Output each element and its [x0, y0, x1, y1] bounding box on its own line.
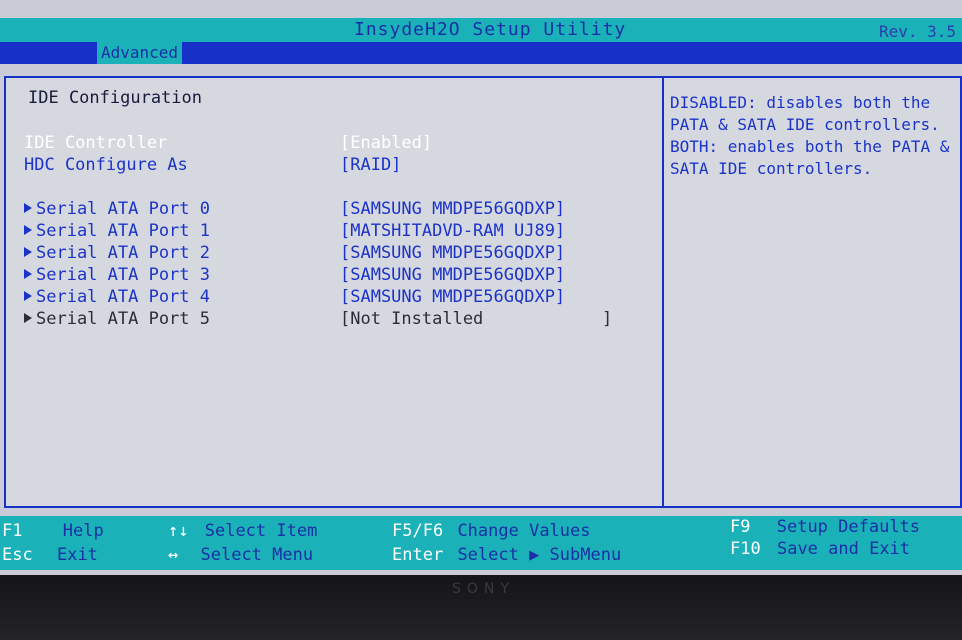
section-title: IDE Configuration	[28, 88, 202, 108]
key-select-item: ↑↓ Select Item	[168, 521, 318, 541]
key-f10: F10 Save and Exit	[730, 539, 911, 559]
setting-value[interactable]: [RAID]	[340, 154, 401, 176]
port-label: Serial ATA Port 3	[36, 265, 210, 285]
port-value: [SAMSUNG MMDPE56GQDXP]	[340, 265, 566, 285]
port-value: [SAMSUNG MMDPE56GQDXP]	[340, 243, 566, 263]
submenu-arrow-icon	[24, 225, 32, 235]
port-label: Serial ATA Port 0	[36, 199, 210, 219]
key-select-menu: ↔ Select Menu	[168, 545, 314, 565]
bios-screen: InsydeH2O Setup Utility Rev. 3.5 Advance…	[0, 0, 962, 575]
setting-hdc-configure-as[interactable]: HDC Configure As [RAID]	[24, 154, 644, 176]
port-value: [SAMSUNG MMDPE56GQDXP]	[340, 199, 566, 219]
tab-advanced[interactable]: Advanced	[97, 42, 183, 64]
port-value: [MATSHITADVD-RAM UJ89]	[340, 221, 566, 241]
main-panel: IDE Configuration IDE Controller [Enable…	[4, 76, 962, 508]
submenu-sata-port-3[interactable]: Serial ATA Port 3 [SAMSUNG MMDPE56GQDXP]	[24, 264, 644, 286]
submenu-arrow-icon	[24, 269, 32, 279]
submenu-sata-port-0[interactable]: Serial ATA Port 0 [SAMSUNG MMDPE56GQDXP]	[24, 198, 644, 220]
laptop-bezel: SONY	[0, 575, 962, 640]
key-legend: F1 Help Esc Exit ↑↓ Select Item ↔ Select…	[0, 516, 962, 570]
help-text: DISABLED: disables both the PATA & SATA …	[670, 93, 950, 178]
submenu-sata-port-5[interactable]: Serial ATA Port 5 [Not Installed ]	[24, 308, 644, 330]
setting-label: IDE Controller	[24, 133, 168, 153]
menu-bar: Advanced	[0, 42, 962, 64]
panel-divider	[662, 78, 664, 506]
arrow-updown-icon: ↑↓	[168, 521, 189, 541]
submenu-arrow-icon	[24, 291, 32, 301]
port-label: Serial ATA Port 4	[36, 287, 210, 307]
setting-ide-controller[interactable]: IDE Controller [Enabled]	[24, 132, 644, 154]
port-value: [Not Installed	[340, 309, 484, 329]
submenu-sata-port-4[interactable]: Serial ATA Port 4 [SAMSUNG MMDPE56GQDXP]	[24, 286, 644, 308]
key-enter: Enter Select ▶ SubMenu	[392, 545, 622, 565]
key-esc: Esc Exit	[2, 545, 98, 565]
setting-value[interactable]: [Enabled]	[340, 132, 432, 154]
submenu-arrow-icon	[24, 247, 32, 257]
key-f9: F9 Setup Defaults	[730, 517, 921, 537]
key-f1: F1 Help	[2, 521, 104, 541]
brand-logo: SONY	[452, 581, 515, 597]
submenu-sata-port-1[interactable]: Serial ATA Port 1 [MATSHITADVD-RAM UJ89]	[24, 220, 644, 242]
port-value-bracket: ]	[602, 309, 613, 329]
key-f5-f6: F5/F6 Change Values	[392, 521, 591, 541]
submenu-sata-port-2[interactable]: Serial ATA Port 2 [SAMSUNG MMDPE56GQDXP]	[24, 242, 644, 264]
port-value: [SAMSUNG MMDPE56GQDXP]	[340, 287, 566, 307]
setting-label: HDC Configure As	[24, 155, 188, 175]
title-bar: InsydeH2O Setup Utility Rev. 3.5	[0, 18, 962, 42]
arrow-leftright-icon: ↔	[168, 545, 179, 565]
port-label: Serial ATA Port 5	[36, 309, 210, 329]
submenu-arrow-icon	[24, 203, 32, 213]
port-label: Serial ATA Port 1	[36, 221, 210, 241]
revision-label: Rev. 3.5	[878, 22, 956, 41]
app-title: InsydeH2O Setup Utility	[354, 19, 627, 40]
submenu-arrow-icon	[24, 313, 32, 323]
port-label: Serial ATA Port 2	[36, 243, 210, 263]
